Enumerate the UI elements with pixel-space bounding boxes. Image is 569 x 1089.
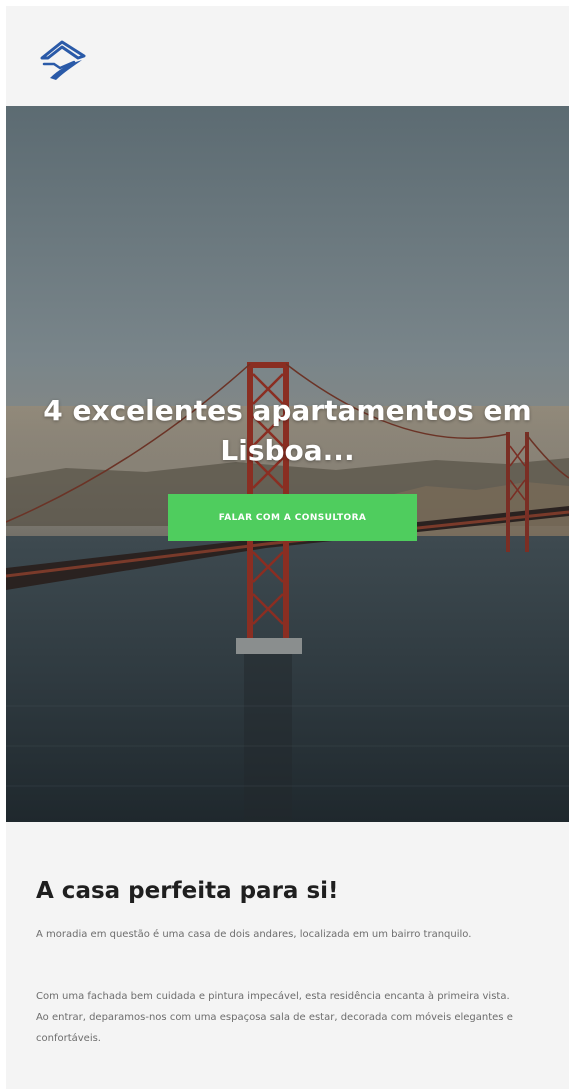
hero-title: 4 excelentes apartamentos em Lisboa... [43,394,532,467]
landing-page: 4 excelentes apartamentos em Lisboa... F… [6,6,569,1089]
talk-to-consultant-button[interactable]: FALAR COM A CONSULTORA [168,494,417,541]
section-title: A casa perfeita para si! [36,878,339,904]
description-paragraph: Com uma fachada bem cuidada e pintura im… [36,986,536,1049]
hero-section: 4 excelentes apartamentos em Lisboa... F… [6,106,569,822]
site-header [6,6,569,106]
description-line-1: Com uma fachada bem cuidada e pintura im… [36,991,510,1002]
intro-paragraph: A moradia em questão é uma casa de dois … [36,929,472,940]
description-line-2: Ao entrar, deparamos-nos com uma espaços… [36,1012,513,1044]
house-logo-icon[interactable] [34,34,90,82]
intro-section: A casa perfeita para si! A moradia em qu… [6,822,569,1089]
